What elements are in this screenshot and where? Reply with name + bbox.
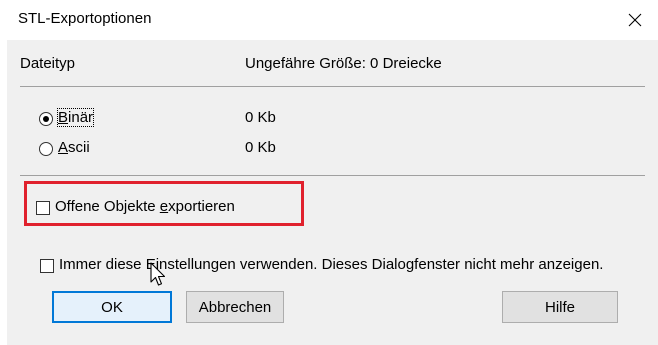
window-title: STL-Exportoptionen	[18, 10, 152, 27]
binary-size-value: 0 Kb	[245, 109, 276, 126]
file-type-label: Dateityp	[20, 55, 76, 72]
binary-radio-label[interactable]: Binär	[56, 108, 95, 127]
export-open-objects-checkbox[interactable]	[36, 201, 50, 215]
dialog-body: Dateityp Ungefähre Größe: 0 Dreiecke Bin…	[7, 40, 658, 345]
ascii-radio[interactable]	[39, 142, 53, 156]
help-button[interactable]: Hilfe	[502, 291, 618, 323]
separator-top	[20, 86, 645, 87]
ascii-size-value: 0 Kb	[245, 139, 276, 156]
always-use-settings-checkbox[interactable]	[40, 259, 54, 273]
export-open-objects-label[interactable]: Offene Objekte exportieren	[55, 198, 235, 215]
always-use-settings-label[interactable]: Immer diese Einstellungen verwenden. Die…	[59, 256, 603, 273]
close-icon	[628, 13, 642, 27]
separator-middle	[20, 175, 645, 176]
ascii-radio-label[interactable]: Ascii	[58, 139, 90, 156]
title-bar: STL-Exportoptionen	[0, 0, 658, 40]
approx-size-label: Ungefähre Größe: 0 Dreiecke	[245, 55, 442, 72]
close-button[interactable]	[612, 0, 658, 40]
ok-button[interactable]: OK	[52, 291, 172, 323]
mouse-cursor-icon	[150, 262, 166, 286]
binary-radio[interactable]	[39, 112, 53, 126]
cancel-button[interactable]: Abbrechen	[186, 291, 284, 323]
